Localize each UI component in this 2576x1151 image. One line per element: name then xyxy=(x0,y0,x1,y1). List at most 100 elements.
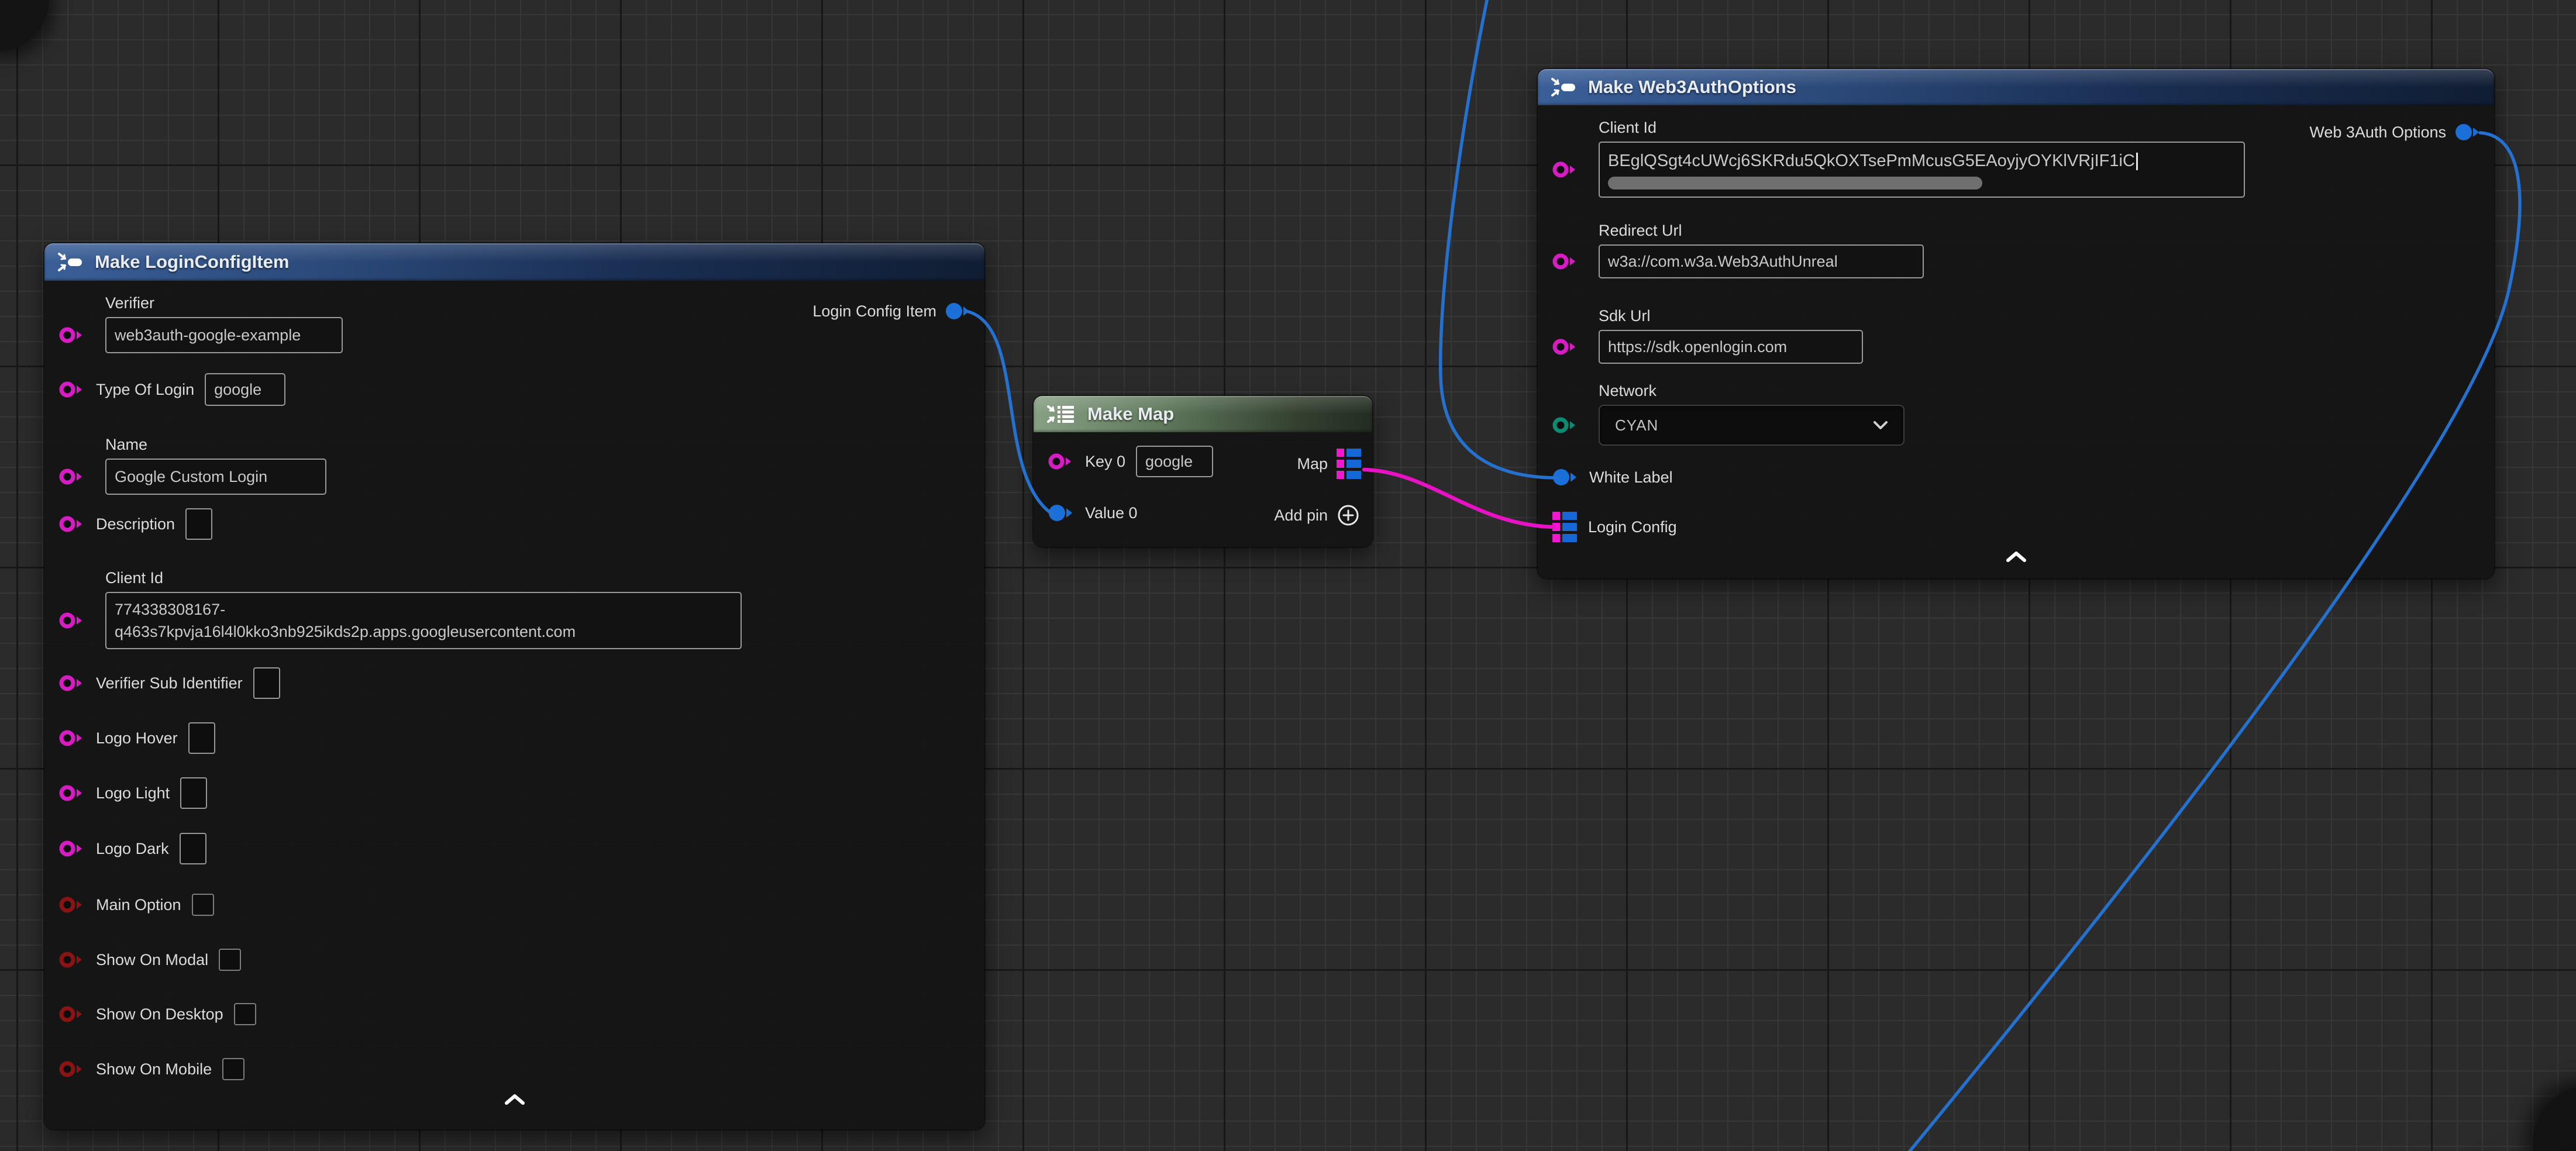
verifier-input[interactable]: web3auth-google-example xyxy=(105,317,343,353)
pin-label: Client Id xyxy=(105,568,742,587)
pin-label: Show On Modal xyxy=(96,950,208,969)
pin-row-client-id: Client Id BEglQSgt4cUWcj6SKRdu5QkOXTsePm… xyxy=(1552,118,2245,198)
offscreen-node-bottom-right xyxy=(2533,1085,2576,1151)
pin-row-logo-dark: Logo Dark xyxy=(58,832,206,865)
string-pin[interactable] xyxy=(58,514,85,535)
add-pin-label: Add pin xyxy=(1274,506,1328,525)
node-make-login-config-item[interactable]: Make LoginConfigItem Login Config Item V… xyxy=(44,243,984,1129)
struct-output-pin[interactable] xyxy=(945,301,972,322)
show-on-modal-checkbox[interactable] xyxy=(219,949,241,971)
client-id-text: BEglQSgt4cUWcj6SKRdu5QkOXTsePmMcusG5EAoy… xyxy=(1608,151,2135,170)
main-option-checkbox[interactable] xyxy=(192,894,214,916)
pin-label: Logo Dark xyxy=(96,839,169,858)
string-pin[interactable] xyxy=(1552,336,1579,357)
pin-label: Type Of Login xyxy=(96,380,194,399)
pin-label: Value 0 xyxy=(1085,504,1138,522)
node-make-web3auth-options[interactable]: Make Web3AuthOptions Web 3Auth Options C… xyxy=(1538,69,2494,578)
pin-label: Verifier xyxy=(105,294,343,312)
redirect-url-input[interactable]: w3a://com.w3a.Web3AuthUnreal xyxy=(1599,244,1924,278)
pin-row-main-option: Main Option xyxy=(58,888,214,921)
string-pin[interactable] xyxy=(58,673,85,694)
wire-map-to-login-config xyxy=(1364,470,1554,527)
key0-input[interactable]: google xyxy=(1136,446,1213,477)
sdk-url-input[interactable]: https://sdk.openlogin.com xyxy=(1599,330,1863,364)
pin-label: Description xyxy=(96,515,175,533)
pin-label: Show On Desktop xyxy=(96,1005,223,1024)
pin-row-logo-light: Logo Light xyxy=(58,777,207,809)
show-on-mobile-checkbox[interactable] xyxy=(222,1058,244,1080)
show-on-desktop-checkbox[interactable] xyxy=(234,1003,256,1025)
node-header-make-login-config-item[interactable]: Make LoginConfigItem xyxy=(44,243,984,281)
logo-hover-input[interactable] xyxy=(188,722,215,754)
pin-label: Verifier Sub Identifier xyxy=(96,674,243,692)
pin-row-value0: Value 0 xyxy=(1048,497,1138,529)
pin-row-show-on-modal: Show On Modal xyxy=(58,943,241,976)
map-input-pin[interactable] xyxy=(1552,511,1578,543)
string-pin[interactable] xyxy=(1552,251,1579,272)
logo-dark-input[interactable] xyxy=(180,833,206,864)
client-id-input[interactable]: BEglQSgt4cUWcj6SKRdu5QkOXTsePmMcusG5EAoy… xyxy=(1599,142,2245,198)
make-map-icon xyxy=(1046,402,1077,426)
pin-row-logo-hover: Logo Hover xyxy=(58,722,215,754)
pin-label: Login Config xyxy=(1588,518,1677,536)
pin-label: Client Id xyxy=(1599,118,2245,137)
collapse-chevron-icon[interactable] xyxy=(502,1093,528,1107)
offscreen-node-top-left xyxy=(0,0,49,51)
string-pin[interactable] xyxy=(58,783,85,804)
node-make-map[interactable]: Make Map Key 0 google Map Value 0 xyxy=(1034,396,1372,547)
string-pin[interactable] xyxy=(1048,451,1075,472)
pin-row-login-config: Login Config xyxy=(1552,511,1677,543)
pin-row-web3auth-options-output[interactable]: Web 3Auth Options xyxy=(2309,116,2481,149)
string-pin[interactable] xyxy=(1552,159,1579,180)
pin-label: Login Config Item xyxy=(812,302,936,321)
network-selected-value: CYAN xyxy=(1615,416,1658,435)
pin-row-type-of-login: Type Of Login google xyxy=(58,373,285,406)
struct-pin-connected[interactable] xyxy=(1048,502,1075,523)
name-input[interactable]: Google Custom Login xyxy=(105,459,326,495)
pin-row-white-label: White Label xyxy=(1552,461,1673,494)
network-dropdown[interactable]: CYAN xyxy=(1599,405,1905,446)
pin-label: Name xyxy=(105,435,326,454)
client-id-input[interactable]: 774338308167- q463s7kpvja16l4l0kko3nb925… xyxy=(105,592,742,649)
text-cursor xyxy=(2136,153,2138,170)
string-pin[interactable] xyxy=(58,838,85,859)
node-header-make-web3auth-options[interactable]: Make Web3AuthOptions xyxy=(1538,69,2494,105)
map-output-pin[interactable] xyxy=(1336,447,1362,480)
blueprint-graph-canvas[interactable]: Make LoginConfigItem Login Config Item V… xyxy=(0,0,2576,1151)
horizontal-scrollbar[interactable] xyxy=(1608,177,1982,189)
struct-output-pin[interactable] xyxy=(2454,122,2481,143)
struct-pin-connected[interactable] xyxy=(1552,467,1579,488)
string-pin[interactable] xyxy=(58,325,85,346)
pin-row-show-on-desktop: Show On Desktop xyxy=(58,998,256,1031)
logo-light-input[interactable] xyxy=(180,777,207,809)
pin-label: White Label xyxy=(1589,468,1673,487)
pin-row-show-on-mobile: Show On Mobile xyxy=(58,1053,244,1085)
node-header-make-map[interactable]: Make Map xyxy=(1034,396,1372,432)
bool-pin[interactable] xyxy=(58,894,85,915)
verifier-sub-identifier-input[interactable] xyxy=(253,667,280,699)
pin-label: Redirect Url xyxy=(1599,221,1924,240)
collapse-chevron-icon[interactable] xyxy=(2003,550,2029,564)
pin-row-key0: Key 0 google xyxy=(1048,445,1213,478)
add-pin-button[interactable]: Add pin xyxy=(1274,499,1361,532)
string-pin[interactable] xyxy=(58,379,85,400)
string-pin[interactable] xyxy=(58,610,85,631)
string-pin[interactable] xyxy=(58,466,85,487)
pin-label: Sdk Url xyxy=(1599,306,1863,325)
string-pin[interactable] xyxy=(58,728,85,749)
bool-pin[interactable] xyxy=(58,1059,85,1080)
description-input[interactable] xyxy=(185,508,212,540)
client-id-line1: 774338308167- xyxy=(115,598,225,621)
pin-label: Web 3Auth Options xyxy=(2309,123,2446,142)
pin-row-login-config-item-output[interactable]: Login Config Item xyxy=(812,295,972,328)
pin-label: Key 0 xyxy=(1085,452,1125,471)
bool-pin[interactable] xyxy=(58,949,85,970)
pin-row-verifier: Verifier web3auth-google-example xyxy=(58,294,343,353)
bool-pin[interactable] xyxy=(58,1004,85,1025)
pin-row-description: Description xyxy=(58,508,212,540)
pin-row-redirect-url: Redirect Url w3a://com.w3a.Web3AuthUnrea… xyxy=(1552,221,1924,278)
pin-row-map-output[interactable]: Map xyxy=(1297,447,1362,480)
type-of-login-input[interactable]: google xyxy=(205,373,285,406)
enum-pin[interactable] xyxy=(1552,415,1579,436)
node-title: Make Web3AuthOptions xyxy=(1588,77,1796,98)
